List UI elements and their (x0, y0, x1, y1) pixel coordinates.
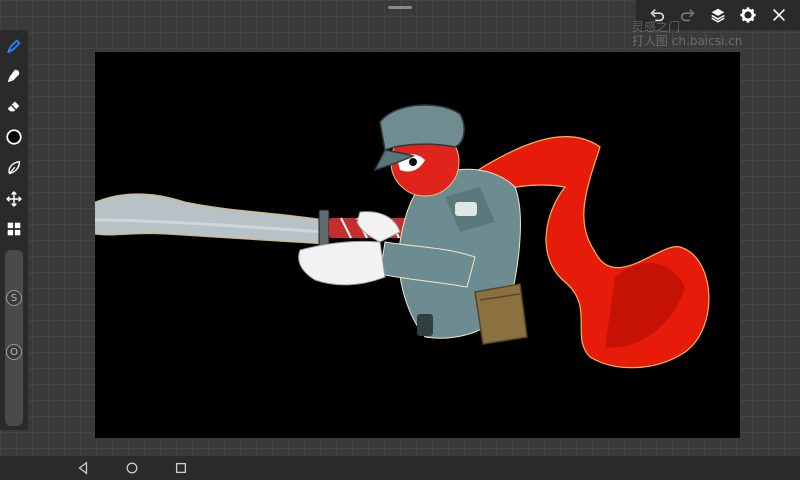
watermark: 灵感之门 打人图 ch.baicsi.cn (632, 20, 742, 48)
color-swatch-icon (6, 129, 22, 145)
smudge-tool-button[interactable] (4, 66, 24, 86)
tool-sidebar: S O (0, 30, 28, 430)
brush-tool-button[interactable] (4, 36, 24, 56)
move-icon (6, 191, 22, 207)
grid-icon (7, 222, 21, 236)
size-slider-knob[interactable]: S (6, 290, 22, 306)
drawing-canvas[interactable] (95, 52, 740, 438)
opacity-slider-knob[interactable]: O (6, 344, 22, 360)
transform-tool-button[interactable] (4, 189, 24, 209)
lasso-icon (8, 160, 21, 175)
brush-size-opacity-slider[interactable]: S O (5, 250, 23, 426)
home-button[interactable] (124, 460, 140, 476)
brush-icon (6, 39, 21, 54)
watermark-line-2: 打人图 ch.baicsi.cn (632, 34, 743, 48)
smudge-icon (7, 69, 20, 83)
artwork-illustration (95, 104, 710, 369)
color-tool-button[interactable] (4, 127, 24, 147)
eraser-icon (7, 101, 20, 112)
recents-button[interactable] (173, 460, 189, 476)
recents-icon (175, 462, 187, 474)
home-icon (126, 462, 138, 474)
system-navigation-bar (0, 456, 800, 480)
lasso-tool-button[interactable] (4, 158, 24, 178)
close-button[interactable] (769, 5, 789, 25)
drag-handle[interactable] (388, 6, 412, 9)
eraser-tool-button[interactable] (4, 96, 24, 116)
back-icon (78, 461, 88, 475)
watermark-line-1: 灵感之门 (632, 20, 681, 34)
back-button[interactable] (75, 460, 91, 476)
adjust-tool-button[interactable] (4, 219, 24, 239)
close-icon (772, 9, 785, 21)
